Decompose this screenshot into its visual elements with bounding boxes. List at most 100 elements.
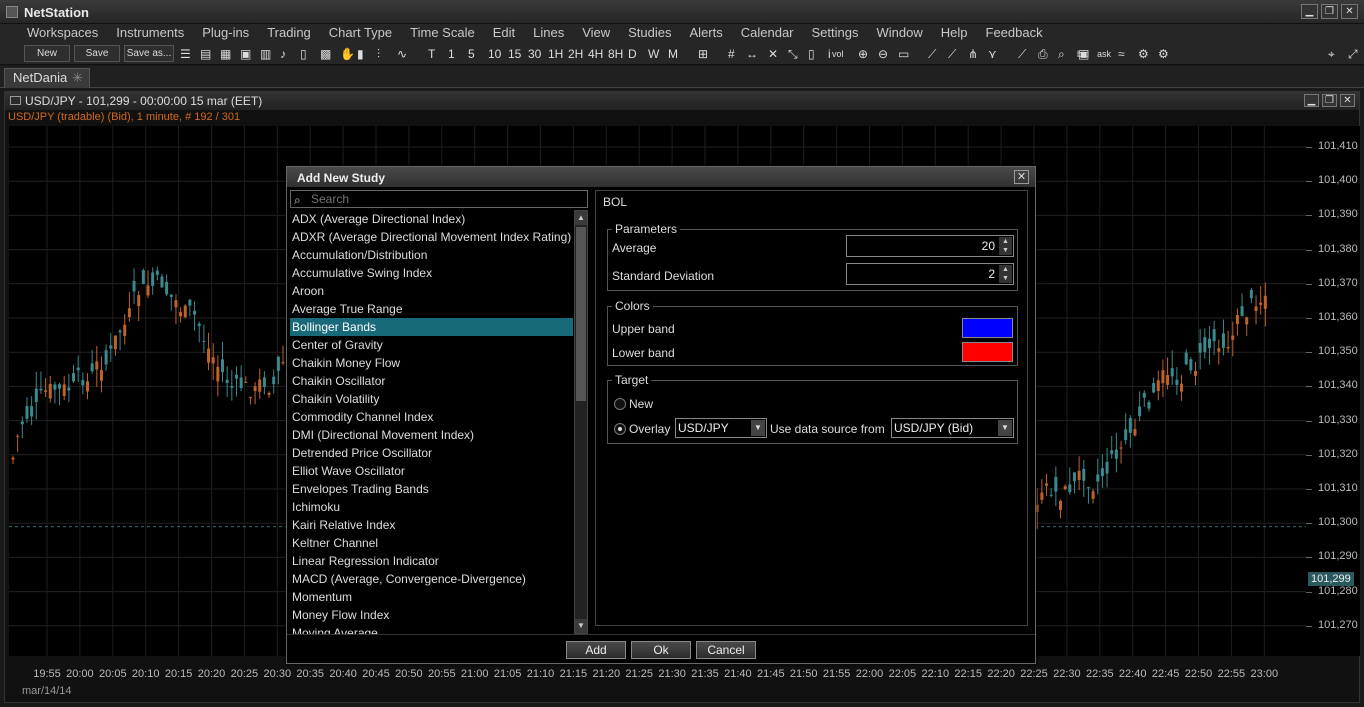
fan-icon[interactable]: ⟋: [948, 46, 956, 62]
interval-4h[interactable]: 4H: [588, 46, 603, 62]
menu-item-feedback[interactable]: Feedback: [977, 24, 1052, 43]
overlay-select[interactable]: USD/JPY ▼: [675, 418, 767, 438]
magnify-icon[interactable]: ⌕: [1058, 46, 1065, 62]
menu-item-view[interactable]: View: [573, 24, 619, 43]
menu-item-instruments[interactable]: Instruments: [107, 24, 193, 43]
chevron-down-icon[interactable]: ▼: [751, 420, 765, 436]
study-list-item[interactable]: ADX (Average Directional Index): [290, 210, 573, 228]
menu-item-calendar[interactable]: Calendar: [732, 24, 803, 43]
list-icon[interactable]: ☰: [180, 46, 191, 62]
chevron-down-icon[interactable]: ▼: [998, 420, 1012, 436]
add-button[interactable]: Add: [566, 641, 626, 659]
price-axis[interactable]: 101,299 101,410 101,400 101,390 101,380 101,…: [1306, 126, 1360, 656]
menu-item-time-scale[interactable]: Time Scale: [401, 24, 484, 43]
restore-icon[interactable]: ❐: [1321, 4, 1338, 19]
new-radio[interactable]: [614, 398, 626, 410]
overlay-radio[interactable]: [614, 423, 626, 435]
chart-minimize-icon[interactable]: ▁: [1304, 94, 1319, 107]
menu-item-edit[interactable]: Edit: [484, 24, 524, 43]
study-list-item[interactable]: Chaikin Money Flow: [290, 354, 573, 372]
table-icon[interactable]: ▤: [200, 46, 211, 62]
search-input[interactable]: [311, 192, 581, 206]
image-icon[interactable]: ▣: [240, 46, 251, 62]
gear-icon[interactable]: ⚙: [1158, 46, 1169, 62]
menu-item-lines[interactable]: Lines: [524, 24, 573, 43]
study-list-item[interactable]: Average True Range: [290, 300, 573, 318]
tab-netdania[interactable]: NetDania ✳: [4, 68, 90, 88]
study-list-item[interactable]: Elliot Wave Oscillator: [290, 462, 573, 480]
menu-item-chart-type[interactable]: Chart Type: [320, 24, 401, 43]
pitch-icon[interactable]: ⋎: [988, 46, 997, 62]
interval-d[interactable]: D: [628, 46, 637, 62]
interval-8h[interactable]: 8H: [608, 46, 623, 62]
grid-icon[interactable]: ▦: [220, 46, 231, 62]
study-list-item[interactable]: DMI (Directional Movement Index): [290, 426, 573, 444]
study-list-item[interactable]: Bollinger Bands: [290, 318, 573, 336]
stepper-arrows-icon[interactable]: ▲ ▼: [999, 265, 1012, 283]
pin-icon[interactable]: ⌖: [1328, 46, 1335, 62]
study-list-item[interactable]: Moving Average: [290, 624, 573, 634]
study-list-scrollbar[interactable]: ▲ ▼: [574, 210, 588, 634]
frame-icon[interactable]: ▭: [898, 46, 909, 62]
scroll-thumb[interactable]: [576, 227, 586, 401]
study-list-item[interactable]: Aroon: [290, 282, 573, 300]
study-list-item[interactable]: Kairi Relative Index: [290, 516, 573, 534]
crosshair-grid-icon[interactable]: ⊞: [698, 46, 708, 62]
menu-item-trading[interactable]: Trading: [258, 24, 320, 43]
interval-15[interactable]: 15: [508, 46, 521, 62]
interval-m[interactable]: M: [668, 46, 678, 62]
study-list-item[interactable]: Money Flow Index: [290, 606, 573, 624]
interval-10[interactable]: 10: [488, 46, 501, 62]
ask-button[interactable]: ask: [1097, 46, 1111, 62]
upper-band-color-swatch[interactable]: [962, 318, 1013, 338]
wave-icon[interactable]: ≈: [1118, 46, 1125, 62]
study-list-item[interactable]: Envelopes Trading Bands: [290, 480, 573, 498]
study-list-item[interactable]: Detrended Price Oscillator: [290, 444, 573, 462]
bell-icon[interactable]: ♪: [280, 46, 286, 62]
average-stepper[interactable]: 20 ▲ ▼: [846, 235, 1014, 257]
volume-button[interactable]: vol: [832, 46, 844, 62]
study-list-item[interactable]: Accumulative Swing Index: [290, 264, 573, 282]
candle-icon[interactable]: ⫶: [377, 46, 380, 62]
lower-band-color-swatch[interactable]: [962, 342, 1013, 362]
trendline-icon[interactable]: ⟋: [928, 46, 936, 62]
scroll-up-icon[interactable]: ▲: [575, 211, 587, 225]
save-as-button[interactable]: Save as...: [124, 45, 174, 62]
bar-chart-icon[interactable]: ▮: [357, 46, 364, 62]
study-list-item[interactable]: Chaikin Volatility: [290, 390, 573, 408]
study-list-item[interactable]: ADXR (Average Directional Movement Index…: [290, 228, 573, 246]
interval-t[interactable]: T: [428, 46, 435, 62]
study-list-item[interactable]: Momentum: [290, 588, 573, 606]
fork-icon[interactable]: ⋔: [968, 46, 978, 62]
scroll-down-icon[interactable]: ▼: [575, 619, 587, 633]
tab-close-icon[interactable]: ✳: [72, 69, 83, 87]
resize-icon[interactable]: ⤡: [788, 46, 798, 62]
hand-icon[interactable]: ✋: [340, 46, 355, 62]
study-list-item[interactable]: Center of Gravity: [290, 336, 573, 354]
study-list-item[interactable]: Keltner Channel: [290, 534, 573, 552]
interval-1h[interactable]: 1H: [548, 46, 563, 62]
page-icon[interactable]: ▯: [300, 46, 307, 62]
study-list-item[interactable]: Commodity Channel Index: [290, 408, 573, 426]
menu-item-alerts[interactable]: Alerts: [681, 24, 732, 43]
study-list-item[interactable]: Accumulation/Distribution: [290, 246, 573, 264]
info-icon[interactable]: i: [828, 46, 831, 62]
interval-w[interactable]: W: [648, 46, 659, 62]
menu-item-window[interactable]: Window: [868, 24, 932, 43]
zoom-in-icon[interactable]: ⊕: [858, 46, 868, 62]
interval-2h[interactable]: 2H: [568, 46, 583, 62]
study-list-item[interactable]: Ichimoku: [290, 498, 573, 516]
menu-item-workspaces[interactable]: Workspaces: [18, 24, 107, 43]
time-axis[interactable]: mar/14/14 19:55 20:00 20:05 20:10 20:15 20:20…: [5, 658, 1359, 702]
stepper-arrows-icon[interactable]: ▲ ▼: [999, 237, 1012, 255]
doc-icon[interactable]: ▯: [808, 46, 815, 62]
menu-item-plug-ins[interactable]: Plug-ins: [193, 24, 258, 43]
new-button[interactable]: New: [24, 45, 70, 62]
study-list-item[interactable]: Linear Regression Indicator: [290, 552, 573, 570]
print-icon[interactable]: ⎙: [1038, 46, 1048, 62]
stddev-stepper[interactable]: 2 ▲ ▼: [846, 263, 1014, 285]
cross-icon[interactable]: ✕: [768, 46, 778, 62]
interval-30[interactable]: 30: [528, 46, 541, 62]
line-chart-icon[interactable]: ∿: [397, 46, 407, 62]
settings-icon[interactable]: ⚙: [1138, 46, 1149, 62]
